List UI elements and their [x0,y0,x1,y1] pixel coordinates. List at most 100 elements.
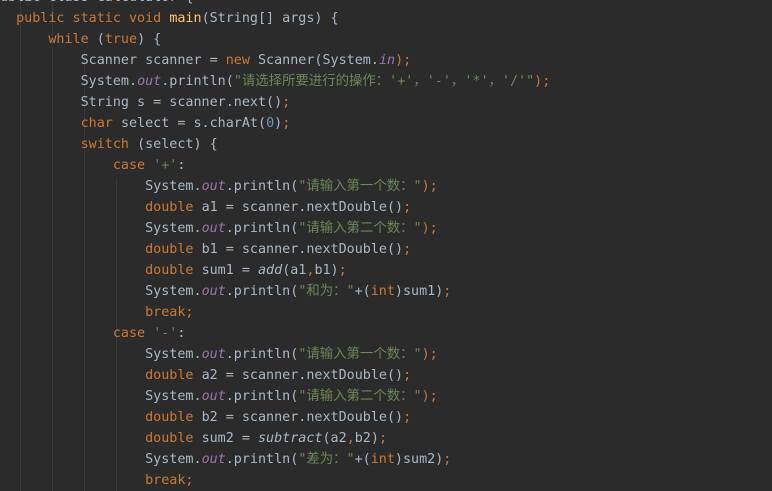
code-token: double [145,410,202,425]
code-token: sum1 = [201,263,258,278]
code-token: ) [274,116,283,131]
code-line[interactable]: ublic class Calculator { [0,0,772,8]
code-token: ) { [137,32,162,47]
code-line[interactable]: case '+': [0,155,772,176]
code-line[interactable]: double a2 = scanner.nextDouble(); [0,365,772,386]
code-line[interactable]: System.out.println("请选择所要进行的操作：'+'，'-'，'… [0,71,772,92]
code-token: out [201,179,226,194]
code-token: ); [395,53,412,68]
code-line[interactable]: break; [0,470,772,491]
code-token: (select) { [137,137,218,152]
code-editor[interactable]: ublic class Calculator { public static v… [0,0,772,491]
code-line[interactable]: System.out.println("请输入第一个数："); [0,176,772,197]
code-line[interactable]: double sum1 = add(a1,b1); [0,260,772,281]
code-token: : [177,326,186,341]
code-line[interactable]: while (true) { [0,29,772,50]
code-token: : [177,158,186,173]
code-token: in [378,53,396,68]
code-token: int [370,284,395,299]
code-line[interactable]: System.out.println("请输入第一个数："); [0,344,772,365]
code-token: System. [145,347,202,362]
code-token: out [201,347,226,362]
code-token: a2 = scanner.nextDouble() [201,368,404,383]
code-token: .println( [225,284,299,299]
code-token: "请输入第一个数：" [298,179,422,194]
code-line[interactable]: double b1 = scanner.nextDouble(); [0,239,772,260]
code-token: ; [403,410,412,425]
code-token: ; [338,263,347,278]
code-token: ); [534,74,551,89]
code-token: ; [282,95,291,110]
code-line[interactable]: break; [0,302,772,323]
code-line[interactable]: Scanner scanner = new Scanner(System.in)… [0,50,772,71]
code-token: b2) [354,431,379,446]
code-line[interactable]: System.out.println("和为："+(int)sum1); [0,281,772,302]
code-token: double [145,200,202,215]
code-token: System. [145,179,202,194]
code-token: ; [443,452,452,467]
code-token: +( [354,284,371,299]
code-line[interactable]: char select = s.charAt(0); [0,113,772,134]
code-token: "请输入第一个数：" [298,347,422,362]
code-token: .println( [225,221,299,236]
code-line[interactable]: switch (select) { [0,134,772,155]
code-token: ublic class Calculator { [0,0,193,5]
code-line[interactable]: double b2 = scanner.nextDouble(); [0,407,772,428]
code-token: out [201,221,226,236]
code-token: a1 = scanner.nextDouble() [201,200,404,215]
code-token: "请选择所要进行的操作：'+'，'-'，'*'，'/'" [233,74,535,89]
code-line[interactable]: case '-': [0,323,772,344]
code-token: (a1 [282,263,307,278]
code-line[interactable]: String s = scanner.next(); [0,92,772,113]
code-token: double [145,368,202,383]
code-token: switch [80,137,138,152]
code-token: )sum2) [394,452,444,467]
code-token: add [258,263,283,278]
code-token: ); [421,179,438,194]
code-lines: ublic class Calculator { public static v… [0,0,772,491]
code-token: break; [145,305,194,320]
code-token: ); [421,347,438,362]
code-line[interactable]: public static void main(String[] args) { [0,8,772,29]
code-token: out [201,284,226,299]
code-token: sum2 = [201,431,258,446]
code-token: char [80,116,121,131]
code-token: )sum1) [394,284,444,299]
code-line[interactable]: double sum2 = subtract(a2,b2); [0,428,772,449]
code-line[interactable]: System.out.println("差为："+(int)sum2); [0,449,772,470]
code-token: b2 = scanner.nextDouble() [201,410,404,425]
code-token: double [145,263,202,278]
code-token: .println( [225,452,299,467]
code-token: ; [378,431,387,446]
code-token: .println( [225,389,299,404]
code-line[interactable]: System.out.println("请输入第二个数："); [0,386,772,407]
code-token: Scanner(System. [258,53,379,68]
code-token: case [112,158,154,173]
code-line[interactable]: System.out.println("请输入第二个数："); [0,218,772,239]
code-line[interactable]: double a1 = scanner.nextDouble(); [0,197,772,218]
code-token: ); [421,389,438,404]
code-token: System. [145,221,202,236]
code-token: , [346,431,355,446]
code-token: System. [80,74,138,89]
code-token: String s = scanner.next() [80,95,283,110]
code-token: break; [145,473,194,488]
code-token: public static void [16,11,170,26]
